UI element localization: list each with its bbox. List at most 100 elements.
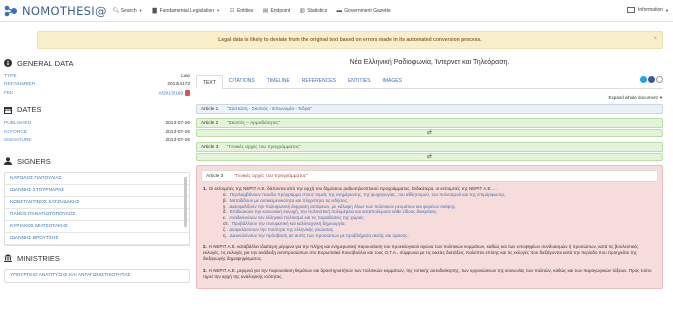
- nav-endpoint[interactable]: ▤ Endpoint: [262, 8, 290, 14]
- info-circle-icon: [4, 59, 12, 67]
- calendar-icon: [4, 106, 12, 114]
- list-text: Αναδεικνύουν τον ελληνικό πολιτισμό και …: [229, 215, 365, 221]
- paragraph-3: 3. Η ΝΕΡΙΤ Α.Ε. μεριμνά για την παρουσίασ…: [203, 268, 656, 280]
- expand-whole-document[interactable]: Expand whole document ▼: [196, 92, 663, 104]
- signers-title: SIGNERS: [17, 156, 51, 166]
- nav-information-label: Information: [638, 7, 664, 13]
- published-key: PUBLISHED: [4, 121, 32, 127]
- paragraph-text: Η ΝΕΡΙΤ Α.Ε. μεριμνά για την παρουσίαση …: [203, 268, 652, 280]
- nav-fundamental-legislation[interactable]: ▇ Fundamental Legislation ▼: [152, 8, 220, 14]
- signers-scrollbar[interactable]: [184, 177, 187, 227]
- article-row-1[interactable]: Article 1 "Σύσταση - Σκοπός - Επωνυμία -…: [196, 104, 663, 114]
- article-title[interactable]: "Γενικές αρχές του προγράμματος": [234, 174, 308, 179]
- expand-label: Expand whole document: [608, 95, 658, 100]
- list-text: Διαφυλάσσουν την ποιότητα της ελληνικής …: [229, 226, 335, 232]
- article-3-panel: Article 3 "Γενικές αρχές του προγράμματο…: [196, 165, 663, 290]
- institution-icon: [4, 254, 12, 262]
- list-item: η. Διευκολύνουν την πρόσβαση σε αυτές των…: [223, 233, 656, 239]
- article-number: Article 3: [201, 144, 219, 150]
- signer-item[interactable]: ΙΩΑΝΝΗΣ ΒΡΟΥΤΣΗΣ: [5, 233, 189, 245]
- caret-down-icon: ▼: [665, 7, 669, 13]
- signer-item[interactable]: ΚΩΝΣΤΑΝΤΙΝΟΣ ΧΑΤΖΗΔΑΚΗΣ: [5, 197, 189, 209]
- tab-entities[interactable]: ENTITIES: [342, 74, 377, 88]
- brand[interactable]: NOMOTHESI@: [4, 4, 107, 18]
- fek-key: FEK: [4, 90, 14, 96]
- metadata-sidebar: GENERAL DATA TYPE Law REF.NUMBER 2013/4173…: [4, 57, 190, 283]
- in-force-row: IN FORCE 2013-07-26: [4, 128, 190, 137]
- ministries-list[interactable]: ΥΠΟΥΡΓΕΙΟ ΑΝΑΠΤΥΞΗΣ ΚΑΙ ΑΝΤΑΓΩΝΙΣΤΙΚΟΤΗΤ…: [4, 269, 190, 283]
- article-number: Article 3: [206, 173, 224, 179]
- signature-row: SIGNATURE 2013-07-26: [4, 137, 190, 146]
- nav-fundamental-label: Fundamental Legislation: [159, 7, 215, 14]
- paragraph-2: 2. Η ΝΕΡΙΤ Α.Ε. καταβάλλει ιδιαίτερη μέρι…: [203, 244, 656, 262]
- briefcase-icon: ▬: [336, 7, 342, 14]
- nav-information[interactable]: Information ▼: [627, 7, 669, 13]
- article-3-header[interactable]: Article 3 "Γενικές αρχές του προγράμματο…: [201, 170, 658, 182]
- list-text: Διευκολύνουν την πρόσβαση σε αυτές των π…: [229, 232, 409, 238]
- sitemap-icon: ☷: [229, 7, 235, 14]
- dates-heading: DATES: [4, 104, 190, 116]
- fek-row: FEK A/2013/169: [4, 89, 190, 98]
- caret-down-icon: ▼: [138, 8, 143, 13]
- type-value: Law: [181, 73, 190, 79]
- ref-number-row: REF.NUMBER 2013/4173: [4, 81, 190, 90]
- signature-value: 2013-07-26: [165, 138, 190, 144]
- subparagraph-list: α. Περιλαμβάνουν ποικίλο πρόγραμμα στους …: [203, 192, 656, 238]
- nav-search[interactable]: 🔍︎ Search ▼: [113, 8, 143, 14]
- nav-statistics[interactable]: ▥ Statistics: [299, 7, 328, 14]
- nav-endpoint-label: Endpoint: [270, 7, 291, 14]
- ref-number-value: 2013/4173: [167, 82, 190, 88]
- twitter-icon[interactable]: [640, 76, 647, 83]
- facebook-icon[interactable]: [648, 76, 655, 83]
- warning-text: Legal data is likely to deviate from the…: [218, 37, 482, 43]
- article-title[interactable]: "Γενικές αρχές του προγράμματος": [227, 145, 301, 150]
- general-data-heading: GENERAL DATA: [4, 57, 190, 69]
- document-panel: Νέα Ελληνική Ραδιοφωνία, Ίντερνετ και Τη…: [196, 57, 663, 290]
- type-row: TYPE Law: [4, 72, 190, 81]
- tab-text[interactable]: TEXT: [196, 75, 223, 89]
- article-title[interactable]: "Σύσταση - Σκοπός - Επωνυμία - Έδρα": [227, 107, 312, 112]
- paragraph-text: Οι εκπομπές της ΝΕΡΙΤ Α.Ε. διέπονται από…: [208, 186, 497, 191]
- tab-images[interactable]: IMAGES: [376, 74, 407, 88]
- signers-heading: SIGNERS: [4, 155, 190, 167]
- document-tabs: TEXT CITATIONS TIMELINE REFERENCES ENTIT…: [196, 73, 663, 89]
- type-key: TYPE: [4, 73, 17, 79]
- list-marker: δ.: [223, 209, 227, 215]
- list-marker: β.: [223, 197, 227, 203]
- tab-citations[interactable]: CITATIONS: [223, 74, 261, 88]
- email-icon[interactable]: [656, 76, 663, 83]
- nav-entities[interactable]: ☷ Entities: [229, 7, 254, 14]
- article-number: Article 2: [201, 120, 219, 126]
- user-icon: [4, 157, 12, 165]
- warning-banner: Legal data is likely to deviate from the…: [37, 31, 663, 49]
- signer-item[interactable]: ΚΥΡΙΑΚΟΣ ΜΗΤΣΟΤΑΚΗΣ: [5, 221, 189, 233]
- article-title[interactable]: "Σκοπός – Αρμοδιότητες": [227, 121, 280, 126]
- article-number: Article 1: [201, 106, 219, 112]
- signer-item[interactable]: ΠΑΝΟΣ ΠΑΝΑΓΙΩΤΟΠΟΥΛΟΣ: [5, 209, 189, 221]
- published-row: PUBLISHED 2013-07-26: [4, 120, 190, 129]
- paragraph-text: Η ΝΕΡΙΤ Α.Ε. καταβάλλει ιδιαίτερη μέριμν…: [203, 244, 639, 262]
- paragraph-number: 3.: [203, 268, 207, 274]
- list-text: Διασφαλίζουν την πολυφωνική έκφραση απόψ…: [229, 203, 457, 209]
- search-icon: 🔍︎: [112, 7, 120, 14]
- top-navbar: NOMOTHESI@ 🔍︎ Search ▼ ▇ Fundamental Leg…: [0, 0, 673, 22]
- tab-timeline[interactable]: TIMELINE: [261, 74, 296, 88]
- list-text: Επιδιώκουν την κοινωνική συνοχή, την πολ…: [229, 209, 438, 215]
- compare-bar[interactable]: ⇄: [196, 153, 663, 161]
- tab-references[interactable]: REFERENCES: [296, 74, 342, 88]
- signer-item[interactable]: ΙΩΑΝΝΗΣ ΣΤΟΥΡΝΑΡΑΣ: [5, 185, 189, 197]
- article-row-3[interactable]: Article 3 "Γενικές αρχές του προγράμματο…: [196, 142, 663, 152]
- close-icon[interactable]: ×: [653, 36, 657, 42]
- monitor-icon: [627, 7, 636, 13]
- signer-item[interactable]: ΚΑΡΟΛΟΣ ΠΑΠΟΥΛΙΑΣ: [5, 173, 189, 185]
- pdf-icon[interactable]: [185, 90, 190, 97]
- fek-link[interactable]: A/2013/169: [158, 91, 183, 96]
- compare-bar[interactable]: ⇄: [196, 129, 663, 137]
- compare-arrows-icon: ⇄: [426, 130, 433, 136]
- signers-list[interactable]: ΚΑΡΟΛΟΣ ΠΑΠΟΥΛΙΑΣ ΙΩΑΝΝΗΣ ΣΤΟΥΡΝΑΡΑΣ ΚΩΝ…: [4, 172, 190, 246]
- paragraph-number: 1.: [203, 186, 207, 191]
- ministry-item[interactable]: ΥΠΟΥΡΓΕΙΟ ΑΝΑΠΤΥΞΗΣ ΚΑΙ ΑΝΤΑΓΩΝΙΣΤΙΚΟΤΗΤ…: [5, 270, 189, 282]
- article-row-2[interactable]: Article 2 "Σκοπός – Αρμοδιότητες": [196, 118, 663, 128]
- bar-chart-icon: ▥: [299, 7, 305, 14]
- nav-government-gazette[interactable]: ▬ Government Gazette: [336, 8, 390, 14]
